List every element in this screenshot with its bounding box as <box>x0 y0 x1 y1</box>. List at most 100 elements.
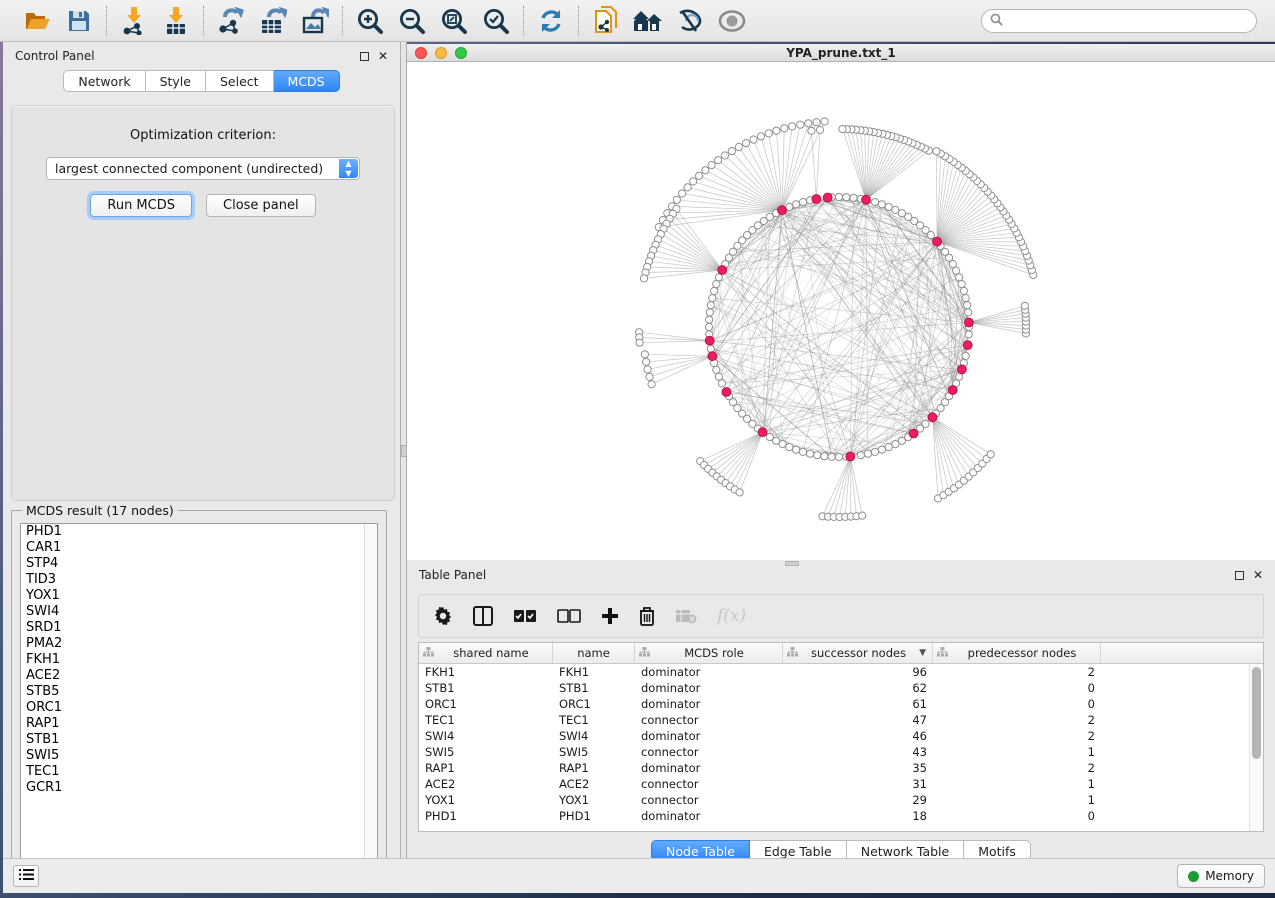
graph-node[interactable] <box>743 140 750 147</box>
graph-node[interactable] <box>885 203 892 210</box>
graph-node[interactable] <box>878 446 885 453</box>
graph-node[interactable] <box>960 287 967 294</box>
graph-node[interactable] <box>962 295 969 302</box>
graph-hub-node[interactable] <box>963 341 972 350</box>
graph-hub-node[interactable] <box>718 266 727 275</box>
column-header-MCDS-role[interactable]: MCDS role <box>635 643 783 663</box>
graph-node[interactable] <box>644 366 651 373</box>
graph-node[interactable] <box>871 448 878 455</box>
graph-node[interactable] <box>735 143 742 150</box>
graph-node[interactable] <box>813 119 820 126</box>
zoom-selected-button[interactable] <box>482 7 510 35</box>
graph-node[interactable] <box>808 127 815 134</box>
graph-node[interactable] <box>781 125 788 132</box>
hide-selected-button[interactable] <box>676 7 704 35</box>
graph-node[interactable] <box>679 190 686 197</box>
result-node-item[interactable]: SWI4 <box>21 604 377 620</box>
graph-node[interactable] <box>793 446 800 453</box>
graph-node[interactable] <box>750 136 757 143</box>
add-column-icon[interactable] <box>601 607 619 625</box>
close-panel-button[interactable]: Close panel <box>206 194 316 217</box>
graph-node[interactable] <box>715 157 722 164</box>
result-node-item[interactable]: PHD1 <box>21 524 377 540</box>
network-canvas[interactable] <box>407 62 1275 560</box>
search-input[interactable] <box>1008 14 1248 28</box>
table-row[interactable]: ORC1ORC1dominator610 <box>419 696 1249 712</box>
graph-node[interactable] <box>962 352 969 359</box>
graph-hub-node[interactable] <box>928 413 937 422</box>
save-session-button[interactable] <box>65 7 93 35</box>
graph-node[interactable] <box>835 453 842 460</box>
show-column-panel-icon[interactable] <box>473 606 493 626</box>
first-neighbors-button[interactable] <box>634 7 662 35</box>
graph-hub-node[interactable] <box>708 352 717 361</box>
graph-hub-node[interactable] <box>965 318 974 327</box>
graph-hub-node[interactable] <box>846 452 855 461</box>
import-network-button[interactable] <box>120 7 148 35</box>
graph-node[interactable] <box>1021 302 1028 309</box>
network-window-titlebar[interactable]: YPA_prune.txt_1 <box>407 44 1275 62</box>
graph-node[interactable] <box>690 178 697 185</box>
table-row[interactable]: FKH1FKH1dominator962 <box>419 664 1249 680</box>
memory-button[interactable]: Memory <box>1177 864 1265 888</box>
result-node-item[interactable]: TID3 <box>21 572 377 588</box>
column-header-successor-nodes[interactable]: successor nodes▼ <box>783 643 933 663</box>
column-header-predecessor-nodes[interactable]: predecessor nodes <box>933 643 1101 663</box>
graph-hub-node[interactable] <box>948 386 957 395</box>
graph-node[interactable] <box>828 453 835 460</box>
table-scrollbar-thumb[interactable] <box>1252 667 1261 759</box>
graph-node[interactable] <box>857 452 864 459</box>
graph-node[interactable] <box>707 302 714 309</box>
result-list-scrollbar[interactable] <box>364 524 377 871</box>
tab-mcds[interactable]: MCDS <box>274 70 340 92</box>
deselect-all-columns-icon[interactable] <box>557 609 581 623</box>
run-mcds-button[interactable]: Run MCDS <box>90 194 192 217</box>
show-all-button[interactable] <box>718 7 746 35</box>
graph-node[interactable] <box>843 194 850 201</box>
graph-hub-node[interactable] <box>823 193 832 202</box>
graph-node[interactable] <box>871 199 878 206</box>
graph-node[interactable] <box>807 450 814 457</box>
graph-node[interactable] <box>933 148 940 155</box>
table-row[interactable]: YOX1YOX1connector291 <box>419 792 1249 808</box>
graph-node[interactable] <box>797 121 804 128</box>
graph-node[interactable] <box>715 373 722 380</box>
result-node-item[interactable]: PMA2 <box>21 636 377 652</box>
graph-node[interactable] <box>859 512 866 519</box>
open-file-button[interactable] <box>23 7 51 35</box>
select-all-columns-icon[interactable] <box>513 609 537 623</box>
refresh-button[interactable] <box>537 7 565 35</box>
graph-node[interactable] <box>773 127 780 134</box>
result-node-item[interactable]: FKH1 <box>21 652 377 668</box>
graph-node[interactable] <box>713 366 720 373</box>
graph-node[interactable] <box>821 453 828 460</box>
graph-node[interactable] <box>643 358 650 365</box>
graph-node[interactable] <box>922 420 929 427</box>
result-node-item[interactable]: CAR1 <box>21 540 377 556</box>
result-node-item[interactable]: RAP1 <box>21 716 377 732</box>
graph-node[interactable] <box>636 339 643 346</box>
graph-node[interactable] <box>711 287 718 294</box>
graph-node[interactable] <box>765 130 772 137</box>
search-field[interactable] <box>981 9 1257 33</box>
result-node-item[interactable]: STB5 <box>21 684 377 700</box>
graph-node[interactable] <box>646 373 653 380</box>
graph-node[interactable] <box>713 281 720 288</box>
graph-node[interactable] <box>885 444 892 451</box>
delete-column-icon[interactable] <box>639 606 655 626</box>
task-history-button[interactable] <box>13 865 39 887</box>
graph-node[interactable] <box>839 125 846 132</box>
table-row[interactable]: TEC1TEC1connector472 <box>419 712 1249 728</box>
horizontal-splitter-grip[interactable] <box>785 561 799 566</box>
mcds-result-list[interactable]: PHD1CAR1STP4TID3YOX1SWI4SRD1PMA2FKH1ACE2… <box>20 523 378 872</box>
graph-hub-node[interactable] <box>933 237 942 246</box>
clone-network-button[interactable] <box>592 7 620 35</box>
graph-hub-node[interactable] <box>705 336 714 345</box>
graph-node[interactable] <box>821 118 828 125</box>
graph-node[interactable] <box>965 331 972 338</box>
graph-hub-node[interactable] <box>758 428 767 437</box>
graph-node[interactable] <box>706 309 713 316</box>
graph-node[interactable] <box>718 380 725 387</box>
table-row[interactable]: RAP1RAP1dominator352 <box>419 760 1249 776</box>
graph-node[interactable] <box>696 172 703 179</box>
